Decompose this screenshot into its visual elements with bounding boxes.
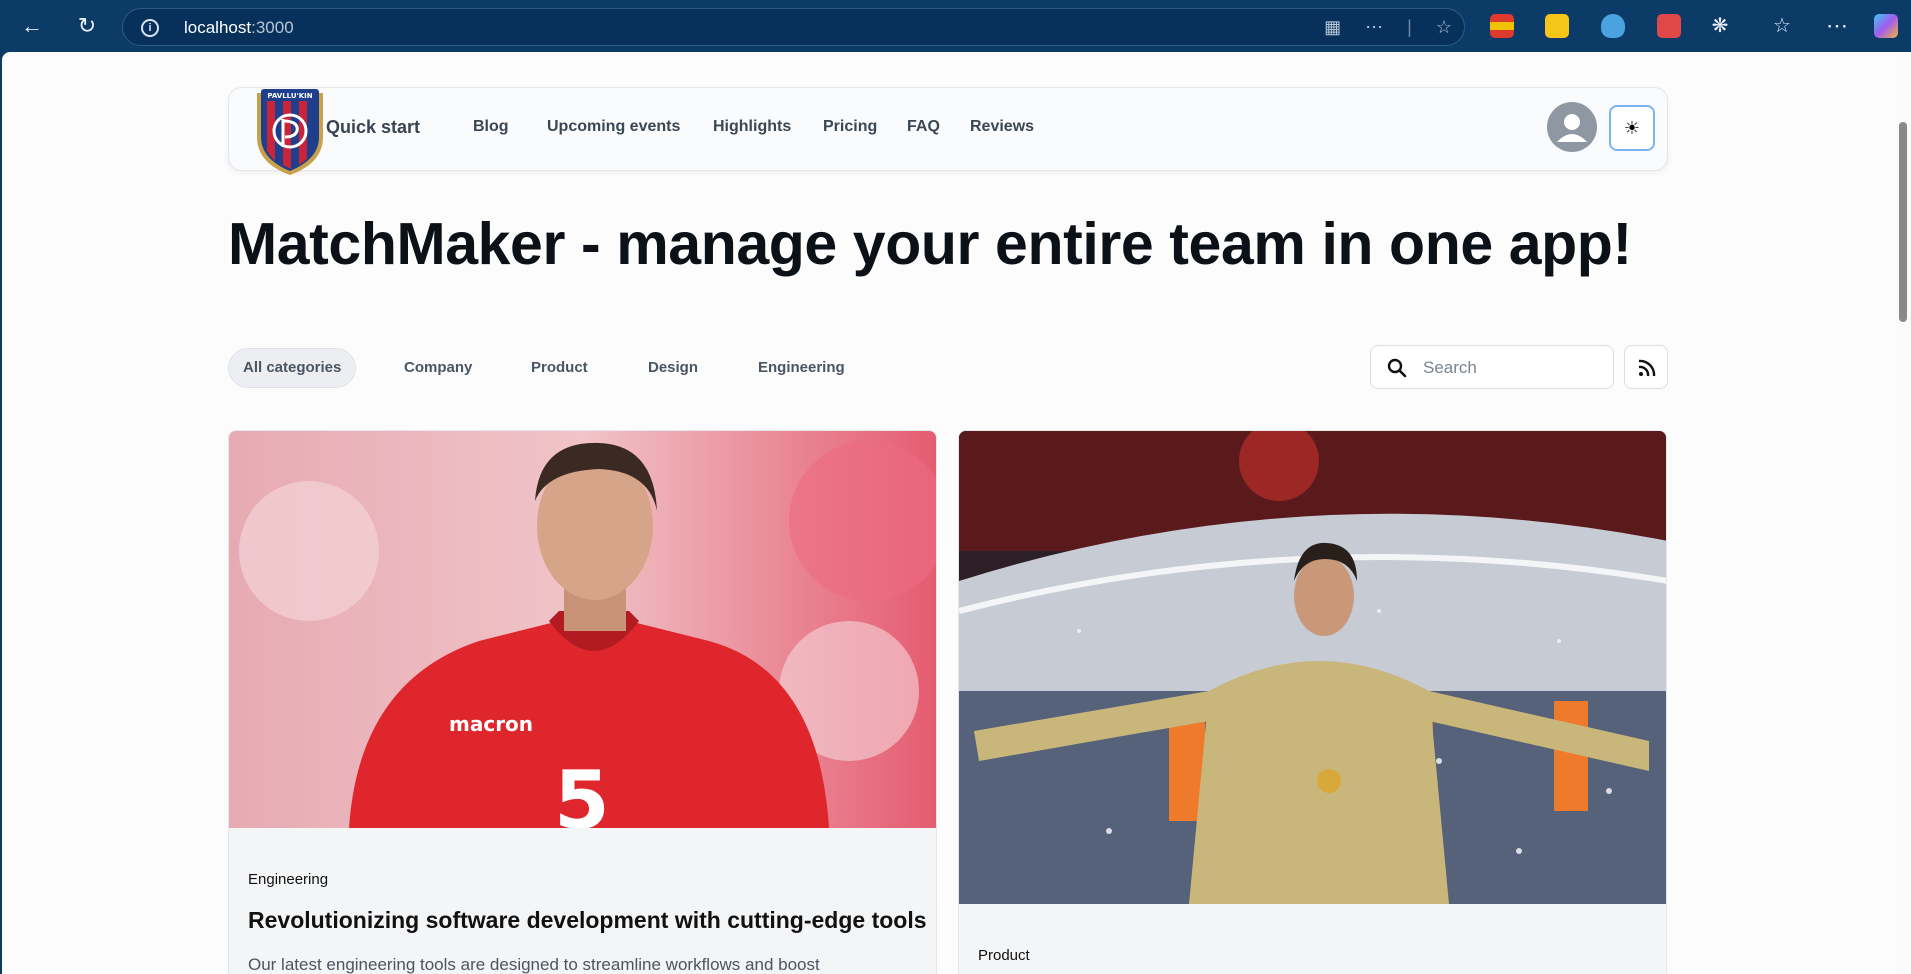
app-available-icon[interactable]: ▦: [1324, 17, 1341, 38]
search-input[interactable]: Search: [1370, 345, 1614, 389]
page-title: MatchMaker - manage your entire team in …: [228, 211, 1632, 277]
page-viewport: PAVLLU'KIN Quick start Blog Upcoming eve…: [2, 52, 1895, 974]
reader-mode-icon[interactable]: ⋯: [1365, 17, 1383, 38]
search-placeholder: Search: [1423, 358, 1477, 377]
favorites-icon[interactable]: ☆: [1766, 10, 1798, 42]
category-chip-company[interactable]: Company: [404, 348, 472, 388]
rss-icon: [1638, 359, 1656, 377]
svg-text:5: 5: [554, 754, 610, 828]
svg-text:PAVLLU'KIN: PAVLLU'KIN: [267, 92, 312, 100]
nav-quick-start[interactable]: Quick start: [326, 117, 420, 138]
club-crest-logo[interactable]: PAVLLU'KIN: [253, 85, 327, 177]
nav-reviews[interactable]: Reviews: [970, 118, 1034, 136]
copilot-icon[interactable]: [1874, 14, 1898, 38]
theme-toggle-button[interactable]: ☀: [1609, 105, 1655, 151]
nav-faq[interactable]: FAQ: [907, 118, 940, 136]
url-text: localhost:3000: [184, 18, 294, 37]
address-bar[interactable]: i localhost:3000 ▦ ⋯ | ☆: [122, 8, 1465, 46]
svg-text:macron: macron: [449, 712, 533, 736]
favorite-star-icon[interactable]: ☆: [1436, 17, 1452, 38]
blog-card[interactable]: macron 5 Engineering Revolutionizing sof…: [228, 430, 937, 974]
nav-blog[interactable]: Blog: [473, 118, 509, 136]
blog-card[interactable]: Product: [958, 430, 1667, 974]
nav-upcoming-events[interactable]: Upcoming events: [547, 118, 680, 136]
card-category: Product: [978, 947, 1030, 964]
nav-highlights[interactable]: Highlights: [713, 118, 791, 136]
category-chip-all[interactable]: All categories: [228, 348, 357, 388]
extension-shield-icon[interactable]: [1601, 14, 1625, 38]
more-menu-icon[interactable]: ⋯: [1821, 10, 1853, 42]
extension-flag-icon[interactable]: [1490, 14, 1514, 38]
card-image-soccer-player: macron 5: [229, 431, 936, 828]
site-info-icon[interactable]: i: [141, 19, 159, 37]
page-scrollbar[interactable]: [1895, 52, 1911, 974]
browser-toolbar: ← ↻ i localhost:3000 ▦ ⋯ | ☆ ❋ ☆ ⋯: [0, 0, 1911, 52]
scrollbar-thumb[interactable]: [1899, 122, 1907, 322]
user-avatar-icon[interactable]: [1547, 102, 1597, 152]
card-title[interactable]: Revolutionizing software development wit…: [248, 907, 928, 934]
category-chip-engineering[interactable]: Engineering: [758, 348, 845, 388]
card-excerpt: Our latest engineering tools are designe…: [248, 955, 820, 974]
reload-icon[interactable]: ↻: [71, 10, 103, 42]
nav-pricing[interactable]: Pricing: [823, 118, 877, 136]
sun-icon: ☀: [1623, 117, 1641, 138]
extensions-puzzle-icon[interactable]: ❋: [1704, 10, 1736, 42]
extension-red-icon[interactable]: [1657, 14, 1681, 38]
site-header: PAVLLU'KIN Quick start Blog Upcoming eve…: [228, 87, 1668, 175]
card-image-goalkeeper: [959, 431, 1666, 904]
rss-feed-button[interactable]: [1624, 345, 1668, 389]
category-chip-design[interactable]: Design: [648, 348, 698, 388]
search-icon: [1387, 358, 1407, 378]
card-category: Engineering: [248, 871, 329, 888]
category-chip-product[interactable]: Product: [531, 348, 588, 388]
back-icon[interactable]: ←: [16, 10, 48, 42]
extension-yellow-icon[interactable]: [1545, 14, 1569, 38]
